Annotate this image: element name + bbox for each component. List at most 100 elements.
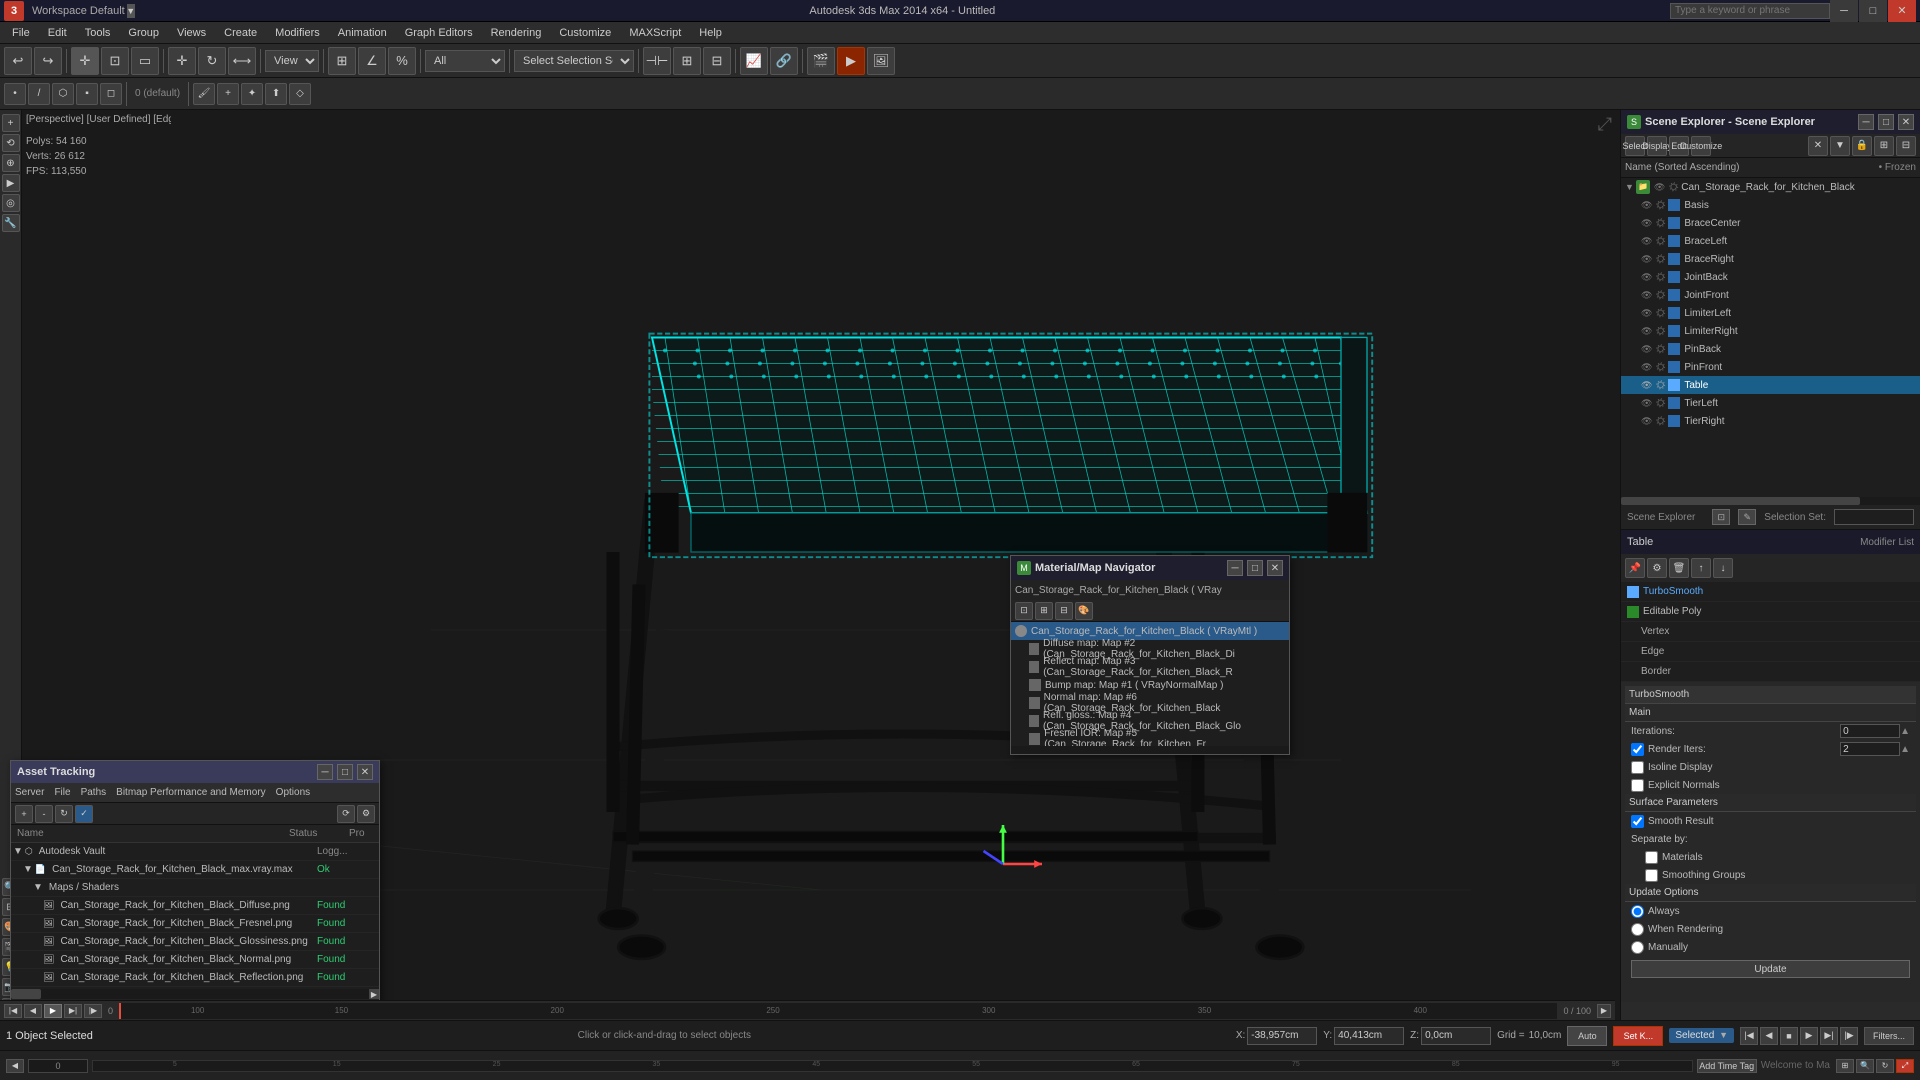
ts-main-header[interactable]: Main bbox=[1625, 704, 1916, 722]
ts-render-iters-check[interactable] bbox=[1631, 743, 1644, 756]
se-filter-btn[interactable]: ▼ bbox=[1830, 136, 1850, 156]
se-lock-btn[interactable]: 🔒 bbox=[1852, 136, 1872, 156]
close-button[interactable]: ✕ bbox=[1888, 0, 1916, 22]
mod-turbosmooth[interactable]: TurboSmooth bbox=[1621, 582, 1920, 602]
set-key-btn[interactable]: Set K... bbox=[1613, 1026, 1663, 1046]
mat-maximize-btn[interactable]: □ bbox=[1247, 560, 1263, 576]
asset-add-btn[interactable]: + bbox=[15, 805, 33, 823]
ts-riter-up[interactable]: ▲ bbox=[1900, 744, 1910, 755]
view-orbit-btn[interactable]: ↻ bbox=[1876, 1059, 1894, 1073]
asset-row-reflection[interactable]: 🖼 Can_Storage_Rack_for_Kitchen_Black_Ref… bbox=[11, 969, 379, 987]
mod-down-btn[interactable]: ↓ bbox=[1713, 558, 1733, 578]
pb-play[interactable]: ▶ bbox=[1800, 1027, 1818, 1045]
sub-obj-vertex[interactable]: • bbox=[4, 83, 26, 105]
asset-row-max[interactable]: ▼ 📄 Can_Storage_Rack_for_Kitchen_Black_m… bbox=[11, 861, 379, 879]
mod-settings-btn[interactable]: ⚙ bbox=[1647, 558, 1667, 578]
ts-iter-up[interactable]: ▲ bbox=[1900, 726, 1910, 737]
ts-always-radio[interactable] bbox=[1631, 905, 1644, 918]
add-time-tag-btn[interactable]: Add Time Tag bbox=[1697, 1059, 1757, 1073]
menu-edit[interactable]: Edit bbox=[40, 25, 75, 41]
menu-group[interactable]: Group bbox=[120, 25, 167, 41]
mat-minimize-btn[interactable]: ─ bbox=[1227, 560, 1243, 576]
selection-set-input[interactable] bbox=[1834, 509, 1914, 525]
pb-prev[interactable]: ◀ bbox=[1760, 1027, 1778, 1045]
motion-panel-btn[interactable]: ▶ bbox=[2, 174, 20, 192]
mod-edge[interactable]: Edge bbox=[1621, 642, 1920, 662]
ts-materials-check[interactable] bbox=[1645, 851, 1658, 864]
se-item-tierleft[interactable]: 👁 ☀ TierLeft bbox=[1621, 394, 1920, 412]
select-button[interactable]: ✛ bbox=[71, 47, 99, 75]
ts-explicit-check[interactable] bbox=[1631, 779, 1644, 792]
ts-surface-header[interactable]: Surface Parameters bbox=[1625, 794, 1916, 812]
menu-maxscript[interactable]: MAXScript bbox=[621, 25, 689, 41]
schematic-button[interactable]: 🔗 bbox=[770, 47, 798, 75]
asset-row-glossiness[interactable]: 🖼 Can_Storage_Rack_for_Kitchen_Black_Glo… bbox=[11, 933, 379, 951]
ts-render-iters-input[interactable] bbox=[1840, 742, 1900, 756]
menu-create[interactable]: Create bbox=[216, 25, 265, 41]
asset-refresh-btn[interactable]: ↻ bbox=[55, 805, 73, 823]
quick-align-button[interactable]: ⊟ bbox=[703, 47, 731, 75]
modifier-list[interactable]: TurboSmooth Editable Poly Vertex Edge Bo… bbox=[1621, 582, 1920, 682]
extrude-button[interactable]: ⬆ bbox=[265, 83, 287, 105]
ts-smoothing-groups-check[interactable] bbox=[1645, 869, 1658, 882]
menu-animation[interactable]: Animation bbox=[330, 25, 395, 41]
se-item-jointfront[interactable]: 👁 ☀ JointFront bbox=[1621, 286, 1920, 304]
ts-iterations-input[interactable] bbox=[1840, 724, 1900, 738]
asset-row-maps[interactable]: ▼ Maps / Shaders bbox=[11, 879, 379, 897]
anim-play-btn[interactable]: ▶ bbox=[44, 1004, 62, 1018]
asset-row-normal[interactable]: 🖼 Can_Storage_Rack_for_Kitchen_Black_Nor… bbox=[11, 951, 379, 969]
se-item-pinback[interactable]: 👁 ☀ PinBack bbox=[1621, 340, 1920, 358]
scale-button[interactable]: ⟷ bbox=[228, 47, 256, 75]
se-expand-btn[interactable]: ⊞ bbox=[1874, 136, 1894, 156]
menu-views[interactable]: Views bbox=[169, 25, 214, 41]
view-pan-btn[interactable]: ⊞ bbox=[1836, 1059, 1854, 1073]
anim-end-btn[interactable]: |▶ bbox=[84, 1004, 102, 1018]
se-maximize-btn[interactable]: □ bbox=[1878, 114, 1894, 130]
display-panel-btn[interactable]: ◎ bbox=[2, 194, 20, 212]
nav-left-btn[interactable]: ◀ bbox=[6, 1059, 24, 1073]
auto-key-btn[interactable]: Auto bbox=[1567, 1026, 1607, 1046]
se-item-bracecenter[interactable]: 👁 ☀ BraceCenter bbox=[1621, 214, 1920, 232]
asset-row-fresnel[interactable]: 🖼 Can_Storage_Rack_for_Kitchen_Black_Fre… bbox=[11, 915, 379, 933]
filters-btn[interactable]: Filters... bbox=[1864, 1027, 1914, 1045]
pb-next[interactable]: ▶| bbox=[1820, 1027, 1838, 1045]
move-button[interactable]: ✛ bbox=[168, 47, 196, 75]
se-item-braceleft[interactable]: 👁 ☀ BraceLeft bbox=[1621, 232, 1920, 250]
workspace-dropdown[interactable]: ▼ bbox=[127, 4, 135, 18]
asset-settings-btn[interactable]: ⚙ bbox=[357, 805, 375, 823]
se-close-btn[interactable]: ✕ bbox=[1898, 114, 1914, 130]
se-item-table[interactable]: 👁 ☀ Table bbox=[1621, 376, 1920, 394]
named-selection-dropdown[interactable]: Select Selection Set bbox=[514, 50, 634, 72]
edit-geom2-button[interactable]: ✦ bbox=[241, 83, 263, 105]
sub-obj-elem[interactable]: ◻ bbox=[100, 83, 122, 105]
selected-dropdown[interactable]: ▼ bbox=[1719, 1030, 1728, 1040]
mod-up-btn[interactable]: ↑ bbox=[1691, 558, 1711, 578]
asset-h-scrollbar[interactable]: ▶ bbox=[11, 989, 379, 999]
rotate-button[interactable]: ↻ bbox=[198, 47, 226, 75]
asset-menu-paths[interactable]: Paths bbox=[81, 787, 107, 798]
asset-row-vault[interactable]: ▼ ⬡ Autodesk Vault Logg... bbox=[11, 843, 379, 861]
menu-rendering[interactable]: Rendering bbox=[483, 25, 550, 41]
ts-update-header[interactable]: Update Options bbox=[1625, 884, 1916, 902]
mod-pin-btn[interactable]: 📌 bbox=[1625, 558, 1645, 578]
search-input[interactable] bbox=[1670, 3, 1830, 19]
menu-modifiers[interactable]: Modifiers bbox=[267, 25, 328, 41]
anim-next-btn[interactable]: ▶| bbox=[64, 1004, 82, 1018]
sub-obj-poly[interactable]: ▪ bbox=[76, 83, 98, 105]
mat-tb2[interactable]: ⊞ bbox=[1035, 602, 1053, 620]
select-name-button[interactable]: ⊡ bbox=[101, 47, 129, 75]
edit-geom-button[interactable]: + bbox=[217, 83, 239, 105]
mat-close-btn[interactable]: ✕ bbox=[1267, 560, 1283, 576]
mod-editable-poly[interactable]: Editable Poly bbox=[1621, 602, 1920, 622]
layer-dropdown[interactable]: All bbox=[425, 50, 505, 72]
se-display-menu[interactable]: Display bbox=[1647, 136, 1667, 156]
snap-toggle[interactable]: ⊞ bbox=[328, 47, 356, 75]
se-scrollbar-thumb[interactable] bbox=[1621, 497, 1860, 505]
se-search-btn[interactable]: ✕ bbox=[1808, 136, 1828, 156]
pb-stop[interactable]: ■ bbox=[1780, 1027, 1798, 1045]
anim-prev-btn[interactable]: ◀ bbox=[24, 1004, 42, 1018]
percent-snap[interactable]: % bbox=[388, 47, 416, 75]
se-item-basis[interactable]: 👁 ☀ Basis bbox=[1621, 196, 1920, 214]
menu-graph-editors[interactable]: Graph Editors bbox=[397, 25, 481, 41]
asset-menu-server[interactable]: Server bbox=[15, 787, 44, 798]
